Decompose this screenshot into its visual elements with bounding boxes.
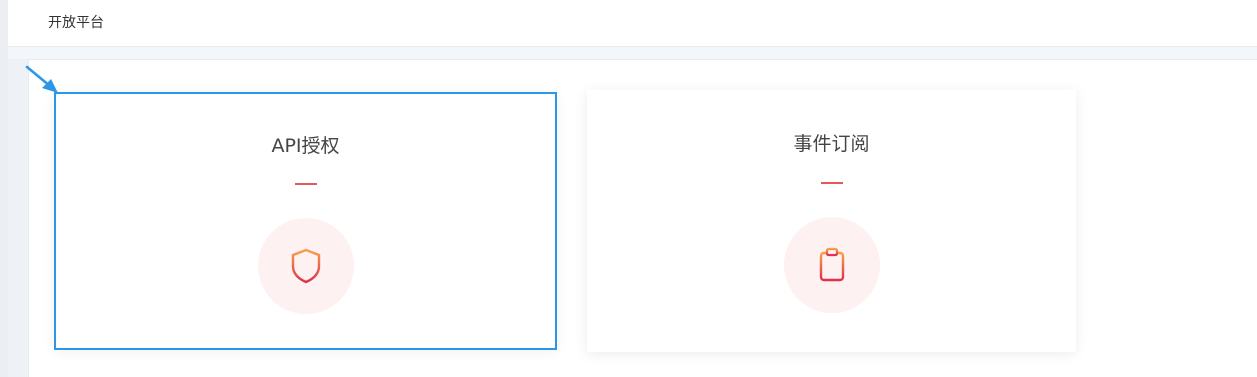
- page: 开放平台 API授权 事件订阅: [0, 0, 1257, 377]
- card-title: API授权: [271, 135, 340, 157]
- page-title: 开放平台: [48, 15, 104, 31]
- card-title: 事件订阅: [793, 133, 870, 155]
- card-event-subscription[interactable]: 事件订阅: [587, 90, 1076, 352]
- icon-badge: [783, 217, 880, 313]
- header-divider: [8, 47, 1257, 59]
- shield-chart-icon: [291, 248, 320, 284]
- icon-badge: [257, 218, 354, 314]
- title-underline: [294, 183, 317, 185]
- left-sidebar-edge: [0, 0, 8, 377]
- page-header: 开放平台: [8, 0, 1257, 47]
- clipboard-icon: [819, 247, 844, 282]
- annotation-arrow-icon: [25, 65, 58, 93]
- title-underline: [820, 182, 843, 184]
- card-api-authorization[interactable]: API授权: [54, 92, 557, 350]
